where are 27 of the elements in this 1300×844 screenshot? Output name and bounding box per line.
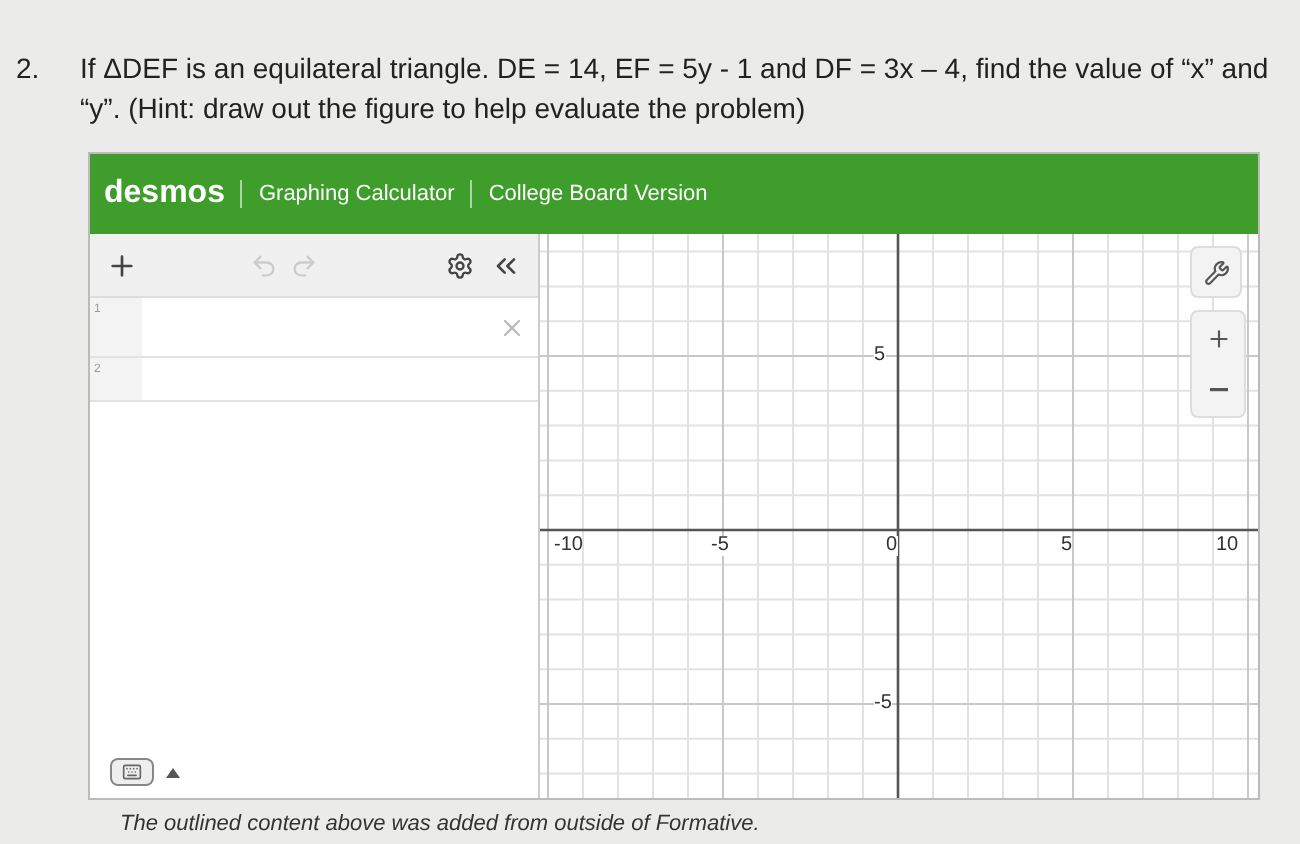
axis-label: 5 xyxy=(1061,536,1073,556)
plus-icon xyxy=(106,249,138,281)
calculator-title: Graphing Calculator xyxy=(258,179,455,210)
axis-label: 10 xyxy=(1216,536,1239,556)
caret-up-icon xyxy=(166,767,180,777)
calculator-edition: College Board Version xyxy=(488,179,708,210)
axis-label: -5 xyxy=(874,694,892,714)
caption: The outlined content above was added from outside of Formative. xyxy=(120,810,762,840)
graph-paper[interactable]: -10 -5 0 5 10 5 -5 xyxy=(540,234,1258,798)
settings-icon xyxy=(446,251,474,279)
plus-icon xyxy=(1205,325,1231,351)
wrench-icon xyxy=(1203,259,1229,285)
axis-label: -10 xyxy=(554,536,583,556)
settings-wrench-button[interactable] xyxy=(1190,246,1242,298)
minus-icon xyxy=(1209,388,1227,392)
add-item-button[interactable] xyxy=(106,249,138,281)
axis-label: -5 xyxy=(711,536,729,556)
desmos-logo: desmos xyxy=(104,174,225,214)
axis-label: 0 xyxy=(886,536,898,556)
question-text: If ΔDEF is an equilateral triangle. DE = 14, EF = 5y - 1 and DF = 3x – 4, find the value of “x” and “y”. (Hint: draw out the figure to help evaluate the problem) xyxy=(80,50,1271,128)
keyboard-button[interactable] xyxy=(110,758,154,786)
settings-button[interactable] xyxy=(446,251,474,279)
undo-icon xyxy=(250,251,278,279)
keyboard-icon xyxy=(122,762,142,782)
axis-label: 5 xyxy=(874,346,886,366)
question-number: 2. xyxy=(16,50,42,88)
redo-icon xyxy=(290,251,318,279)
